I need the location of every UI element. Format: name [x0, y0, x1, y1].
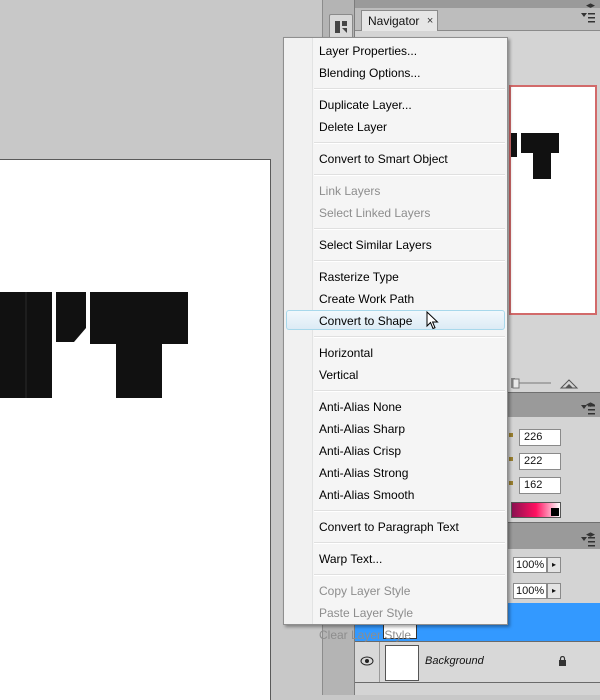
menu-item-anti-alias-none[interactable]: Anti-Alias None	[286, 396, 505, 416]
menu-item-anti-alias-sharp[interactable]: Anti-Alias Sharp	[286, 418, 505, 438]
menu-item-select-similar-layers[interactable]: Select Similar Layers	[286, 234, 505, 254]
menu-item-delete-layer[interactable]: Delete Layer	[286, 116, 505, 136]
fill-dropdown-icon[interactable]: ▸	[547, 583, 561, 599]
menu-item-select-linked-layers: Select Linked Layers	[319, 206, 431, 220]
menu-item-anti-alias-crisp[interactable]: Anti-Alias Crisp	[286, 440, 505, 460]
menu-item-anti-alias-strong[interactable]: Anti-Alias Strong	[286, 462, 505, 482]
menu-item-duplicate-layer[interactable]: Duplicate Layer...	[286, 94, 505, 114]
layer-thumbnail	[385, 645, 419, 681]
menu-separator	[314, 142, 505, 144]
slider-handle[interactable]	[509, 457, 513, 461]
eye-icon[interactable]	[355, 642, 380, 682]
document-canvas[interactable]	[0, 159, 271, 700]
navigator-thumbnail	[511, 133, 559, 179]
zoom-slider[interactable]	[509, 374, 600, 392]
menu-item-paste-layer-style: Paste Layer Style	[319, 606, 414, 620]
menu-separator	[314, 574, 505, 576]
panel-title-bar: ◂▸	[355, 0, 600, 10]
menu-separator	[314, 260, 505, 262]
menu-item-blending-options[interactable]: Blending Options...	[286, 62, 505, 82]
color-value-field-1[interactable]: 226	[519, 429, 561, 446]
navigator-view-box[interactable]	[509, 85, 597, 315]
menu-separator	[314, 542, 505, 544]
lock-icon	[559, 656, 566, 666]
menu-item-layer-properties[interactable]: Layer Properties...	[286, 40, 505, 60]
slider-handle[interactable]	[509, 433, 513, 437]
layer-name-background[interactable]: Background	[425, 655, 484, 667]
menu-item-link-layers: Link Layers	[319, 184, 381, 198]
opacity-field[interactable]: 100%	[513, 557, 547, 573]
fill-field[interactable]: 100%	[513, 583, 547, 599]
navigator-tab-bar: Navigator ×	[355, 8, 600, 31]
tab-navigator-label: Navigator	[368, 14, 420, 28]
menu-separator	[314, 510, 505, 512]
menu-item-vertical[interactable]: Vertical	[286, 364, 505, 384]
menu-item-create-work-path[interactable]: Create Work Path	[286, 288, 505, 308]
layer-row-background[interactable]: Background	[355, 642, 600, 683]
close-icon[interactable]: ×	[427, 11, 433, 31]
panel-menu-icon[interactable]	[581, 405, 595, 415]
menu-item-convert-to-smart-object[interactable]: Convert to Smart Object	[286, 148, 505, 168]
tab-navigator[interactable]: Navigator ×	[361, 10, 439, 31]
color-ramp-black[interactable]	[551, 508, 559, 516]
menu-separator	[314, 88, 505, 90]
color-value-field-3[interactable]: 162	[519, 477, 561, 494]
slider-handle[interactable]	[509, 481, 513, 485]
canvas-type-artwork	[0, 292, 188, 398]
color-value-field-2[interactable]: 222	[519, 453, 561, 470]
opacity-dropdown-icon[interactable]: ▸	[547, 557, 561, 573]
menu-item-anti-alias-smooth[interactable]: Anti-Alias Smooth	[286, 484, 505, 504]
mouse-pointer-icon	[426, 311, 439, 330]
menu-item-clear-layer-style: Clear Layer Style	[319, 628, 412, 642]
panel-menu-icon[interactable]	[581, 537, 595, 547]
menu-separator	[314, 390, 505, 392]
menu-item-horizontal[interactable]: Horizontal	[286, 342, 505, 362]
menu-separator	[314, 174, 505, 176]
menu-item-copy-layer-style: Copy Layer Style	[319, 584, 411, 598]
menu-separator	[314, 228, 505, 230]
menu-item-convert-to-shape[interactable]: Convert to Shape	[286, 310, 505, 330]
menu-separator	[314, 336, 505, 338]
menu-item-rasterize-type[interactable]: Rasterize Type	[286, 266, 505, 286]
layer-context-menu: Layer Properties... Blending Options... Du…	[283, 37, 508, 642]
menu-item-convert-to-paragraph-text[interactable]: Convert to Paragraph Text	[286, 516, 505, 536]
menu-item-warp-text[interactable]: Warp Text...	[286, 548, 505, 568]
panel-menu-icon[interactable]	[581, 13, 595, 23]
